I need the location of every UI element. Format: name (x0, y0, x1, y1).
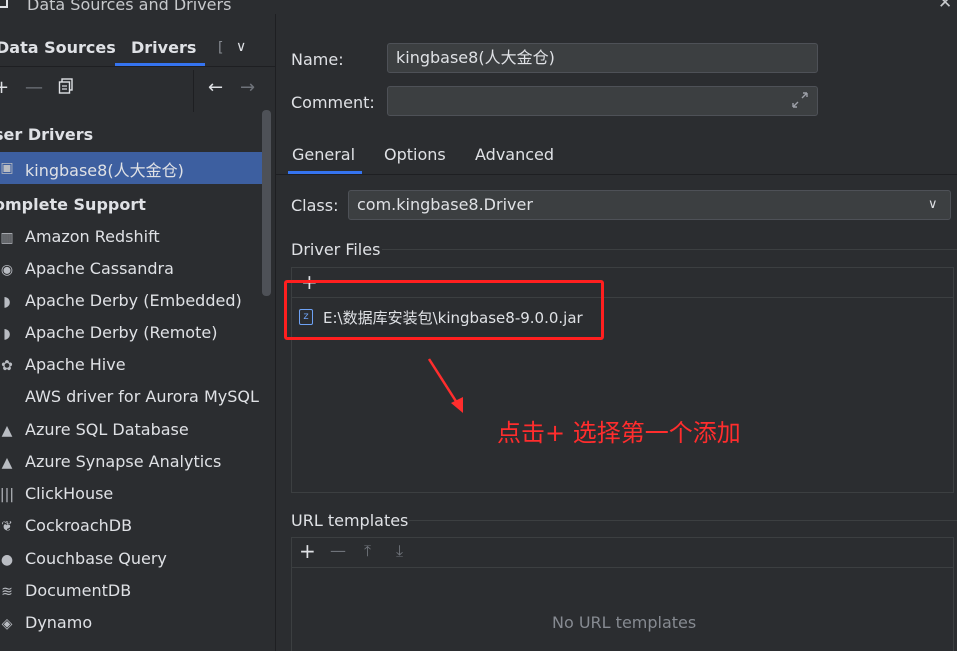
title-bar: Data Sources and Drivers ✕ (0, 0, 957, 14)
scrollbar[interactable] (262, 110, 271, 296)
class-label: Class: (291, 196, 339, 215)
aws-icon (0, 390, 16, 406)
chevron-down-icon[interactable]: ∨ (236, 39, 246, 55)
driver-db-icon: ▣ (0, 160, 14, 176)
add-icon[interactable]: + (299, 539, 316, 563)
close-icon[interactable]: ✕ (938, 0, 952, 13)
driver-item[interactable]: ● Couchbase Query (0, 544, 262, 576)
remove-icon[interactable]: — (25, 77, 43, 98)
tab-advanced[interactable]: Advanced (475, 145, 554, 164)
driver-item[interactable]: ||| ClickHouse (0, 479, 262, 511)
driver-item[interactable]: ◈ Dynamo (0, 608, 262, 640)
derby-icon: ◗ (3, 326, 11, 342)
couchbase-icon: ● (0, 552, 14, 568)
tab-divider (0, 66, 275, 67)
add-icon[interactable]: + (0, 77, 9, 98)
derby-icon: ◗ (3, 294, 11, 310)
duplicate-icon[interactable] (58, 78, 74, 99)
section-user-drivers: ser Drivers (0, 125, 94, 144)
group-line (409, 520, 957, 521)
section-complete-support: omplete Support (0, 195, 146, 214)
window-title: Data Sources and Drivers (27, 0, 232, 14)
tab-general[interactable]: General (292, 145, 355, 164)
tab-options[interactable]: Options (384, 145, 446, 164)
driver-files-title: Driver Files (291, 240, 381, 259)
url-templates-box: + — ⤒ ⤓ No URL templates (291, 537, 954, 651)
expand-icon[interactable] (791, 91, 809, 113)
dynamo-icon: ◈ (1, 616, 13, 632)
driver-item[interactable]: ❦ CockroachDB (0, 511, 262, 543)
driver-item[interactable]: ▲ Azure SQL Database (0, 415, 262, 447)
driver-item[interactable]: ◗ Apache Derby (Remote) (0, 318, 262, 350)
comment-label: Comment: (291, 93, 375, 112)
group-line (382, 249, 957, 250)
cassandra-icon: ◉ (0, 262, 14, 278)
clickhouse-icon: ||| (0, 487, 15, 503)
redshift-icon: ▥ (0, 230, 14, 246)
driver-item[interactable]: AWS driver for Aurora MySQL (0, 382, 262, 414)
driver-item[interactable]: ≋ DocumentDB (0, 576, 262, 608)
empty-state-text: No URL templates (552, 613, 697, 632)
class-select[interactable]: com.kingbase8.Driver (348, 190, 951, 220)
driver-item[interactable]: ▥ Amazon Redshift (0, 222, 262, 254)
back-arrow-icon[interactable]: ← (208, 77, 223, 98)
azure-icon: ▲ (1, 455, 13, 471)
forward-arrow-icon[interactable]: → (240, 77, 255, 98)
url-templates-toolbar: + — ⤒ ⤓ (292, 538, 953, 568)
name-field[interactable]: kingbase8(人大金仓) (387, 43, 818, 73)
app-icon (0, 0, 8, 8)
driver-item[interactable]: ✿ Apache Hive (0, 350, 262, 382)
driver-item[interactable]: ◗ Apache Derby (Embedded) (0, 286, 262, 318)
annotation-arrow-icon (427, 358, 463, 413)
documentdb-icon: ≋ (1, 584, 13, 600)
annotation-text: 点击+ 选择第一个添加 (497, 419, 741, 447)
driver-item-kingbase8[interactable]: ▣ kingbase8(人大金仓) (0, 152, 262, 184)
driver-item[interactable]: ◉ Apache Cassandra (0, 254, 262, 286)
tab-more[interactable]: [ (218, 40, 223, 56)
toolbar-separator (193, 70, 194, 112)
tab-data-sources[interactable]: Data Sources (0, 38, 116, 57)
url-templates-title: URL templates (291, 511, 409, 530)
move-up-icon[interactable]: ⤒ (364, 541, 371, 561)
move-down-icon[interactable]: ⤓ (396, 541, 403, 561)
annotation-highlight-box (284, 280, 604, 340)
tab-divider (276, 174, 957, 175)
hive-icon: ✿ (1, 358, 13, 374)
comment-field[interactable] (387, 86, 818, 116)
azure-icon: ▲ (1, 423, 13, 439)
remove-icon[interactable]: — (330, 541, 346, 560)
chevron-down-icon[interactable]: ∨ (928, 197, 938, 212)
left-panel: Data Sources Drivers [ ∨ + — ← → ser Dri… (0, 14, 276, 651)
name-label: Name: (291, 50, 344, 69)
cockroach-icon: ❦ (1, 519, 13, 535)
driver-item[interactable]: ▲ Azure Synapse Analytics (0, 447, 262, 479)
tab-drivers[interactable]: Drivers (131, 38, 196, 57)
